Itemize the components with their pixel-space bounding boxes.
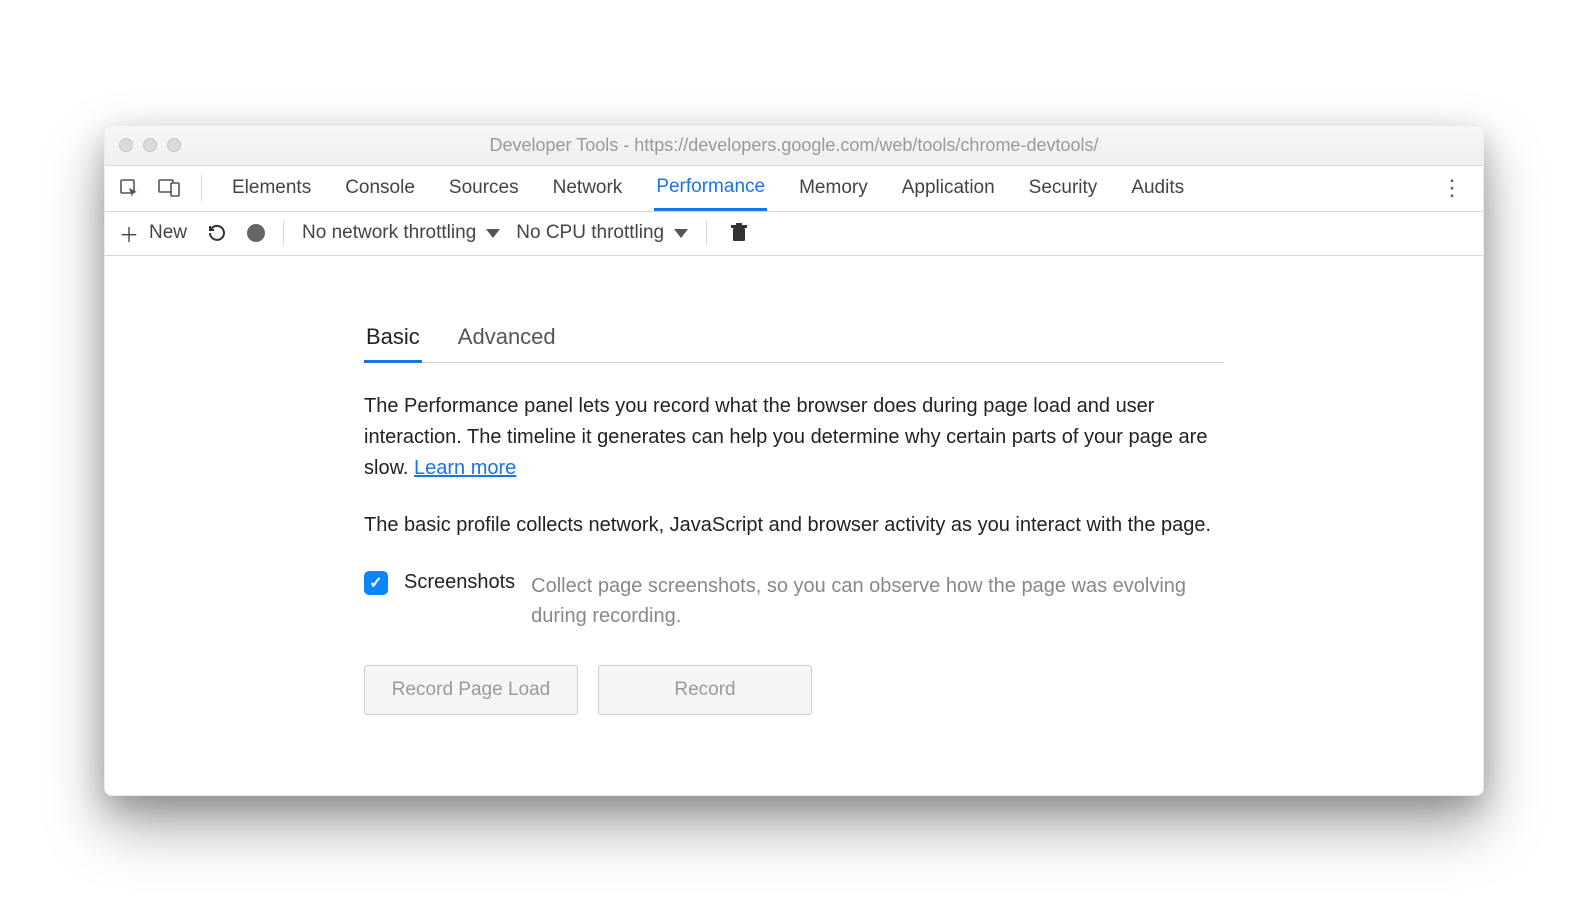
content-area: Basic Advanced The Performance panel let… [105, 256, 1483, 795]
record-button[interactable]: Record [598, 665, 812, 715]
screenshots-checkbox[interactable]: ✓ [364, 571, 388, 595]
screenshots-label: Screenshots [404, 571, 515, 594]
overflow-menu-icon[interactable]: ⋮ [1431, 175, 1473, 201]
tab-performance[interactable]: Performance [654, 166, 767, 211]
tab-application[interactable]: Application [900, 167, 997, 209]
record-circle-icon[interactable] [247, 224, 265, 242]
network-throttling-dropdown[interactable]: No network throttling [302, 222, 500, 244]
screenshots-help: Collect page screenshots, so you can obs… [531, 571, 1224, 631]
divider [283, 221, 284, 245]
main-tabbar: Elements Console Sources Network Perform… [105, 166, 1483, 212]
chevron-down-icon [674, 229, 688, 238]
panel-description: The Performance panel lets you record wh… [364, 391, 1224, 484]
window-title: Developer Tools - https://developers.goo… [119, 135, 1469, 156]
reload-icon[interactable] [203, 219, 231, 247]
trash-icon[interactable] [725, 219, 753, 247]
performance-toolbar: ＋ New No network throttling No CPU throt… [105, 212, 1483, 256]
close-icon[interactable] [119, 138, 133, 152]
tab-sources[interactable]: Sources [447, 167, 521, 209]
tab-memory[interactable]: Memory [797, 167, 870, 209]
tab-security[interactable]: Security [1027, 167, 1100, 209]
tab-elements[interactable]: Elements [230, 167, 313, 209]
divider [706, 221, 707, 245]
panel-tabs: Elements Console Sources Network Perform… [230, 166, 1419, 210]
new-button[interactable]: New [149, 222, 187, 244]
performance-panel: Basic Advanced The Performance panel let… [364, 316, 1224, 715]
subtab-advanced[interactable]: Advanced [456, 316, 558, 362]
titlebar: Developer Tools - https://developers.goo… [105, 126, 1483, 166]
minimize-icon[interactable] [143, 138, 157, 152]
record-page-load-button[interactable]: Record Page Load [364, 665, 578, 715]
network-throttling-label: No network throttling [302, 222, 476, 244]
traffic-lights [119, 138, 181, 152]
action-buttons: Record Page Load Record [364, 665, 1224, 715]
subtab-basic[interactable]: Basic [364, 316, 422, 363]
plus-icon[interactable]: ＋ [119, 219, 139, 248]
check-icon: ✓ [369, 573, 382, 593]
tab-console[interactable]: Console [343, 167, 417, 209]
cpu-throttling-label: No CPU throttling [516, 222, 664, 244]
devtools-window: Developer Tools - https://developers.goo… [104, 125, 1484, 796]
screenshots-option: ✓ Screenshots Collect page screenshots, … [364, 571, 1224, 631]
chevron-down-icon [486, 229, 500, 238]
basic-note: The basic profile collects network, Java… [364, 510, 1224, 541]
subtab-row: Basic Advanced [364, 316, 1224, 363]
divider [201, 175, 202, 201]
device-toolbar-icon[interactable] [155, 174, 183, 202]
inspect-element-icon[interactable] [115, 174, 143, 202]
tab-audits[interactable]: Audits [1129, 167, 1186, 209]
learn-more-link[interactable]: Learn more [414, 457, 516, 479]
cpu-throttling-dropdown[interactable]: No CPU throttling [516, 222, 688, 244]
maximize-icon[interactable] [167, 138, 181, 152]
tab-network[interactable]: Network [551, 167, 625, 209]
